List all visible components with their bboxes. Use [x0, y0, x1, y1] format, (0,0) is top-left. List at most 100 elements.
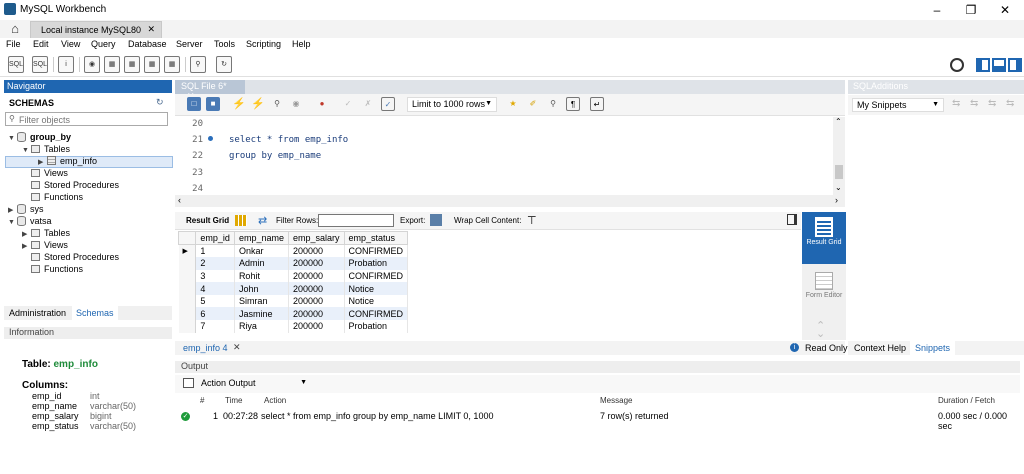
- limit-rows-select[interactable]: Limit to 1000 rows ▼: [407, 97, 497, 112]
- execute-icon[interactable]: ⚡: [232, 97, 246, 111]
- open-file-icon[interactable]: □: [187, 97, 201, 111]
- snippets-select[interactable]: My Snippets ▼: [852, 98, 944, 112]
- result-grid-button[interactable]: Result Grid: [802, 212, 846, 264]
- tab-context-help[interactable]: Context Help: [854, 343, 906, 353]
- table-row[interactable]: 3 Rohit 200000 CONFIRMED: [178, 269, 408, 283]
- create-procedure-icon[interactable]: ▦: [144, 56, 160, 73]
- menu-scripting[interactable]: Scripting: [246, 39, 281, 49]
- output-mode-select[interactable]: Action Output ▼: [201, 377, 311, 391]
- tree-table-emp-info[interactable]: ▶ emp_info: [38, 156, 97, 168]
- expand-arrow-icon[interactable]: ▼: [22, 147, 31, 154]
- table-cell[interactable]: Riya: [234, 320, 289, 333]
- table-cell[interactable]: 200000: [288, 244, 345, 258]
- tab-administration[interactable]: Administration: [9, 308, 66, 318]
- expand-arrow-icon[interactable]: ▶: [8, 206, 17, 214]
- settings-icon[interactable]: [950, 58, 964, 72]
- minimize-button[interactable]: –: [930, 3, 944, 17]
- insert-snippet-icon[interactable]: ⇆: [970, 98, 978, 109]
- filter-objects-field[interactable]: ⚲: [5, 112, 168, 126]
- table-row[interactable]: 6 Jasmine 200000 CONFIRMED: [178, 307, 408, 321]
- table-cell[interactable]: 1: [195, 244, 235, 258]
- copy-snippet-icon[interactable]: ⇆: [988, 98, 996, 109]
- column-header[interactable]: emp_name: [233, 231, 289, 245]
- tree-vatsa-views[interactable]: ▶ Views: [22, 240, 68, 252]
- explain-icon[interactable]: ⚲: [270, 97, 284, 111]
- toggle-sidebar-icon[interactable]: [976, 58, 990, 72]
- toggle-result-panel-icon[interactable]: [787, 214, 797, 225]
- table-cell[interactable]: 3: [195, 269, 235, 283]
- table-cell[interactable]: Jasmine: [234, 307, 289, 321]
- beautify-icon[interactable]: ✐: [526, 97, 540, 111]
- table-row[interactable]: 2 Admin 200000 Probation: [178, 257, 408, 270]
- menu-help[interactable]: Help: [292, 39, 311, 49]
- scroll-left-icon[interactable]: ‹: [178, 195, 181, 205]
- refresh-icon[interactable]: ⇄: [258, 214, 267, 227]
- create-view-icon[interactable]: ▦: [124, 56, 140, 73]
- add-to-snippets-icon[interactable]: ★: [506, 97, 520, 111]
- tree-views[interactable]: Views: [31, 168, 68, 180]
- menu-edit[interactable]: Edit: [33, 39, 49, 49]
- scroll-thumb[interactable]: [835, 165, 843, 179]
- scroll-down-icon[interactable]: ⌄: [835, 183, 842, 192]
- table-cell[interactable]: 6: [195, 307, 235, 321]
- toggle-autocommit-icon[interactable]: ✓: [381, 97, 395, 111]
- expand-arrow-icon[interactable]: ▼: [8, 135, 17, 142]
- commit-icon[interactable]: ✓: [341, 97, 355, 111]
- toggle-output-icon[interactable]: [992, 58, 1006, 72]
- table-cell[interactable]: Rohit: [234, 269, 289, 283]
- tab-snippets[interactable]: Snippets: [910, 341, 956, 355]
- export-icon[interactable]: [430, 214, 442, 226]
- stop-icon[interactable]: ◉: [289, 97, 303, 111]
- table-cell[interactable]: 200000: [288, 269, 345, 283]
- sql-editor[interactable]: 20 21 select * from emp_info 22 group by…: [175, 117, 845, 195]
- table-cell[interactable]: Notice: [344, 294, 408, 308]
- execute-current-statement-icon[interactable]: ⚡: [251, 97, 265, 111]
- tree-tables[interactable]: ▼ Tables: [22, 144, 70, 156]
- delete-snippet-icon[interactable]: ⇆: [1006, 98, 1014, 109]
- column-header[interactable]: emp_status: [343, 231, 408, 245]
- toggle-continue-on-error-icon[interactable]: ●: [315, 97, 329, 111]
- reconnect-icon[interactable]: ↻: [216, 56, 232, 73]
- close-window-button[interactable]: ✕: [998, 3, 1012, 17]
- create-schema-icon[interactable]: ◉: [84, 56, 100, 73]
- table-cell[interactable]: Notice: [344, 282, 408, 295]
- table-cell[interactable]: Probation: [344, 257, 408, 270]
- editor-vertical-scrollbar[interactable]: ⌃ ⌄: [833, 117, 845, 195]
- invisible-chars-icon[interactable]: ¶: [566, 97, 580, 111]
- tree-vatsa-tables[interactable]: ▶ Tables: [22, 228, 70, 240]
- expand-arrow-icon[interactable]: ▶: [22, 230, 31, 238]
- scroll-chevrons-icon[interactable]: ⌃ ⌄: [816, 321, 825, 340]
- tree-functions[interactable]: Functions: [31, 192, 83, 204]
- wrap-cell-icon[interactable]: ⊤: [527, 214, 537, 227]
- output-row[interactable]: ✓ 1 00:27:28 select * from emp_info grou…: [175, 396, 1020, 431]
- copy-output-icon[interactable]: [183, 378, 194, 388]
- table-row[interactable]: ▶ 1 Onkar 200000 CONFIRMED: [178, 244, 408, 258]
- maximize-button[interactable]: ❐: [964, 3, 978, 17]
- table-cell[interactable]: Admin: [234, 257, 289, 270]
- table-cell[interactable]: 200000: [288, 320, 345, 333]
- table-cell[interactable]: 200000: [288, 282, 345, 295]
- create-table-icon[interactable]: ▦: [104, 56, 120, 73]
- table-row[interactable]: 7 Riya 200000 Probation: [178, 320, 408, 333]
- tree-vatsa-stored-procedures[interactable]: Stored Procedures: [31, 252, 119, 264]
- menu-query[interactable]: Query: [91, 39, 116, 49]
- scroll-up-icon[interactable]: ⌃: [835, 117, 842, 126]
- tree-schema-sys[interactable]: ▶ sys: [8, 204, 44, 216]
- table-cell[interactable]: Onkar: [234, 244, 289, 258]
- expand-arrow-icon[interactable]: ▼: [8, 219, 17, 226]
- table-cell[interactable]: CONFIRMED: [344, 307, 408, 321]
- table-cell[interactable]: Probation: [344, 320, 408, 333]
- editor-horizontal-scrollbar[interactable]: ‹ ›: [175, 195, 845, 207]
- table-cell[interactable]: 2: [195, 257, 235, 270]
- table-cell[interactable]: 4: [195, 282, 235, 295]
- column-header[interactable]: emp_salary: [287, 231, 345, 245]
- create-function-icon[interactable]: ▦: [164, 56, 180, 73]
- tab-schemas[interactable]: Schemas: [72, 306, 118, 320]
- tree-vatsa-functions[interactable]: Functions: [31, 264, 83, 276]
- wrap-lines-icon[interactable]: ↵: [590, 97, 604, 111]
- search-table-data-icon[interactable]: ⚲: [190, 56, 206, 73]
- filter-objects-input[interactable]: [19, 114, 164, 125]
- home-icon[interactable]: ⌂: [6, 21, 24, 37]
- tab-sql-file[interactable]: SQL File 6* ✕: [175, 80, 245, 101]
- table-cell[interactable]: John: [234, 282, 289, 295]
